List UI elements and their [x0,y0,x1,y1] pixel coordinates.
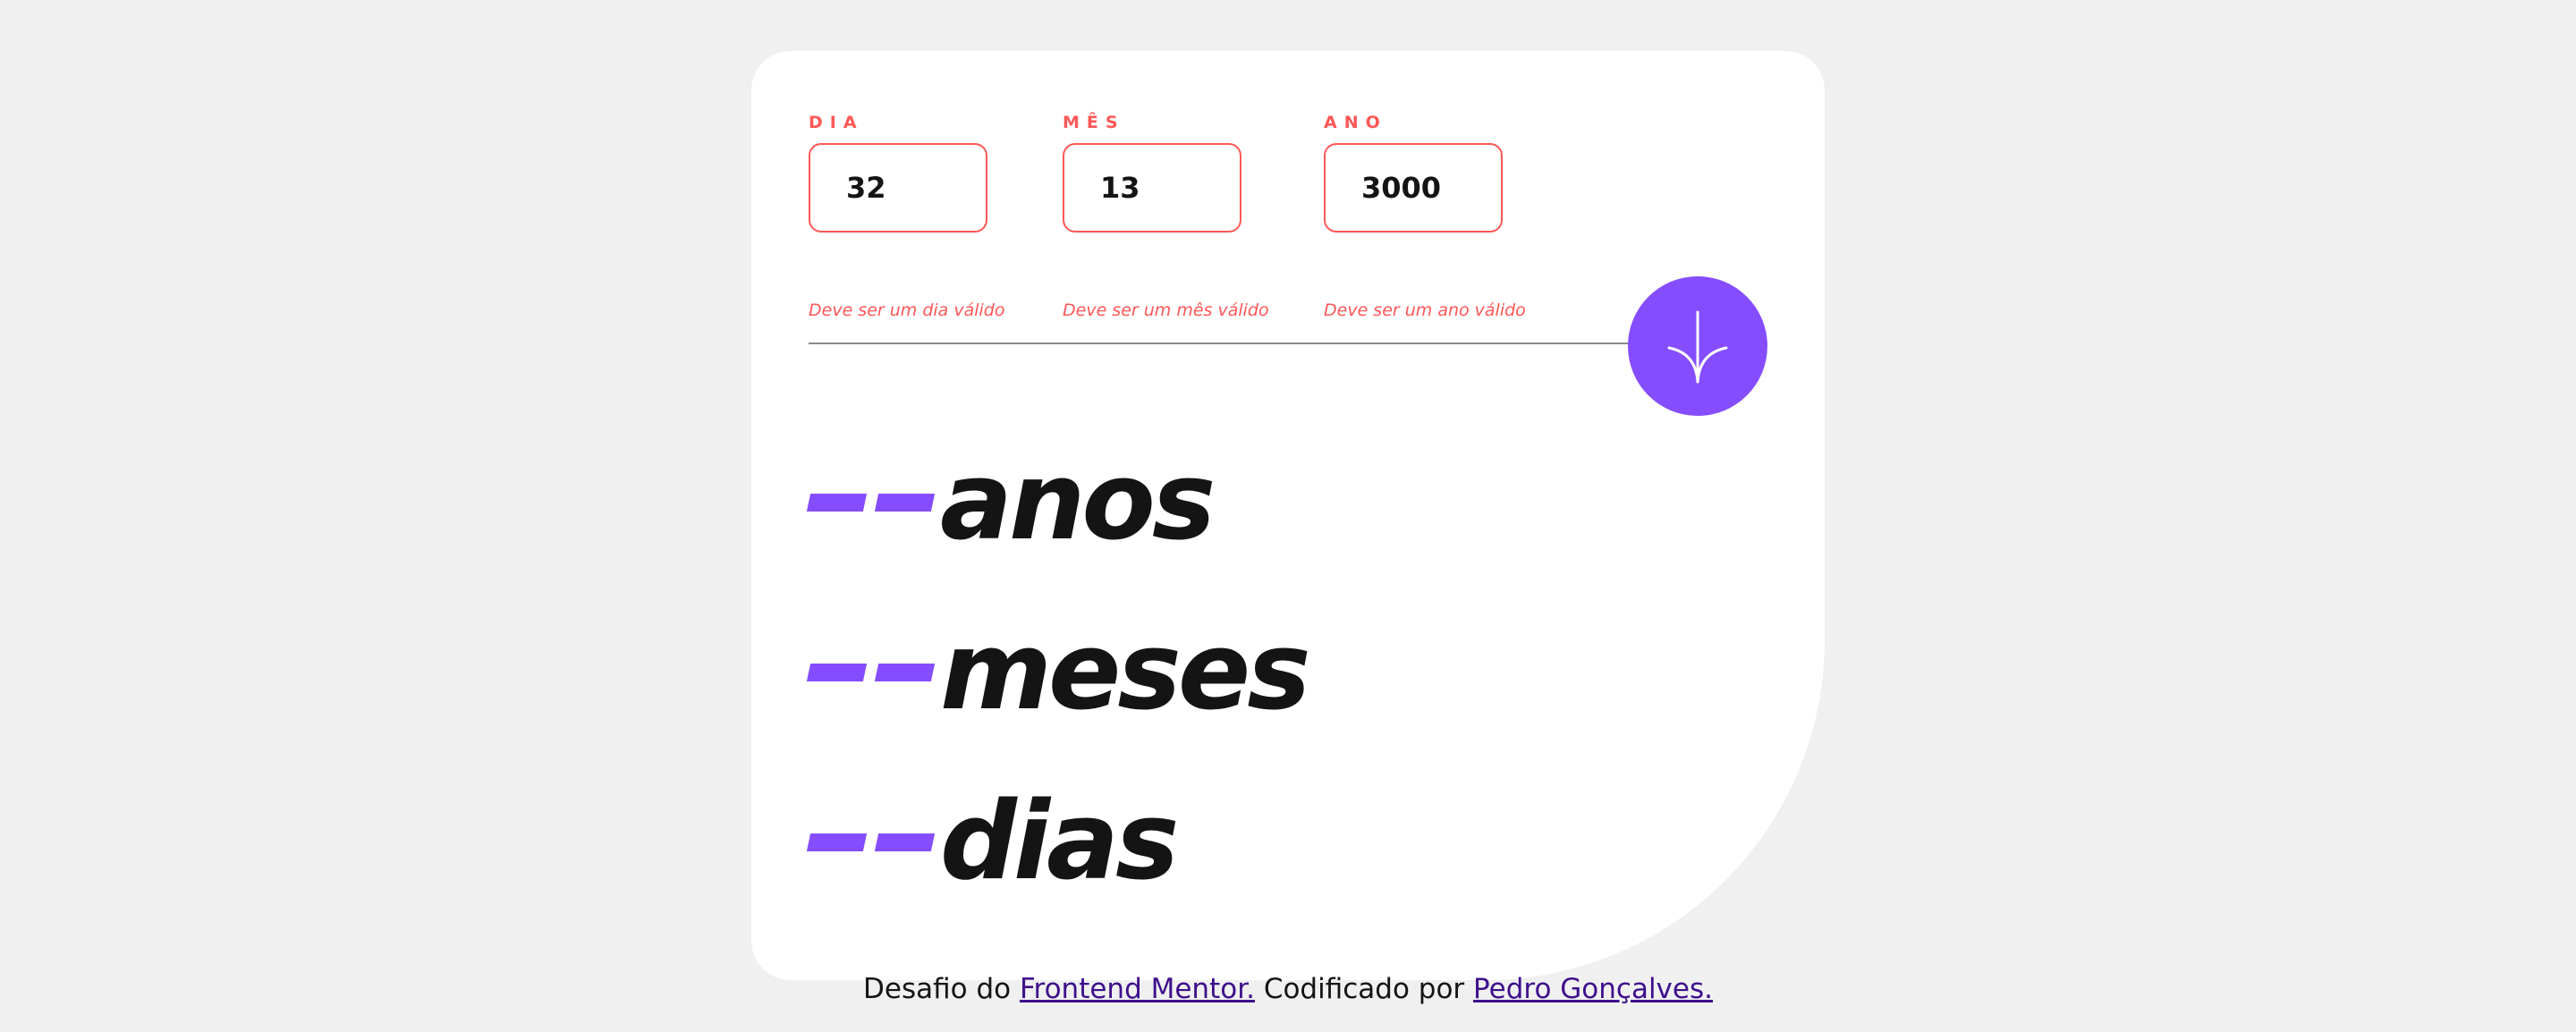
years-dash [806,494,868,512]
month-error: Deve ser um mês válido [1063,300,1269,320]
days-dash [806,833,868,851]
day-label: DIA [809,113,864,132]
days-dash [874,833,936,851]
year-input[interactable] [1324,143,1503,233]
years-result: anos [806,440,1216,564]
submit-button[interactable] [1628,276,1767,416]
years-dash [874,494,936,512]
days-unit: dias [940,780,1179,904]
year-label: ANO [1324,113,1387,132]
author-link[interactable]: Pedro Gonçalves. [1473,973,1713,1005]
month-field: MÊS Deve ser um mês válido [1063,112,1269,320]
day-error: Deve ser um dia válido [809,300,1005,320]
footer-middle: Codificado por [1254,973,1474,1005]
year-field: ANO Deve ser um ano válido [1324,112,1526,320]
months-dash [874,664,936,681]
months-value [806,664,936,681]
frontend-mentor-link[interactable]: Frontend Mentor. [1020,973,1255,1005]
arrow-down-icon [1667,310,1728,384]
months-dash [806,664,868,681]
days-value [806,833,936,851]
years-unit: anos [940,440,1216,564]
attribution-footer: Desafio do Frontend Mentor. Codificado p… [0,973,2576,1005]
age-calculator-card: DIA Deve ser um dia válido MÊS Deve ser … [751,51,1825,980]
days-result: dias [806,780,1179,904]
month-label: MÊS [1063,113,1125,132]
years-value [806,494,936,512]
day-field: DIA Deve ser um dia válido [809,112,1004,320]
month-input[interactable] [1063,143,1241,233]
months-unit: meses [940,610,1311,734]
divider [809,343,1739,344]
day-input[interactable] [809,143,987,233]
months-result: meses [806,610,1311,734]
footer-prefix: Desafio do [863,973,1020,1005]
year-error: Deve ser um ano válido [1324,300,1526,320]
